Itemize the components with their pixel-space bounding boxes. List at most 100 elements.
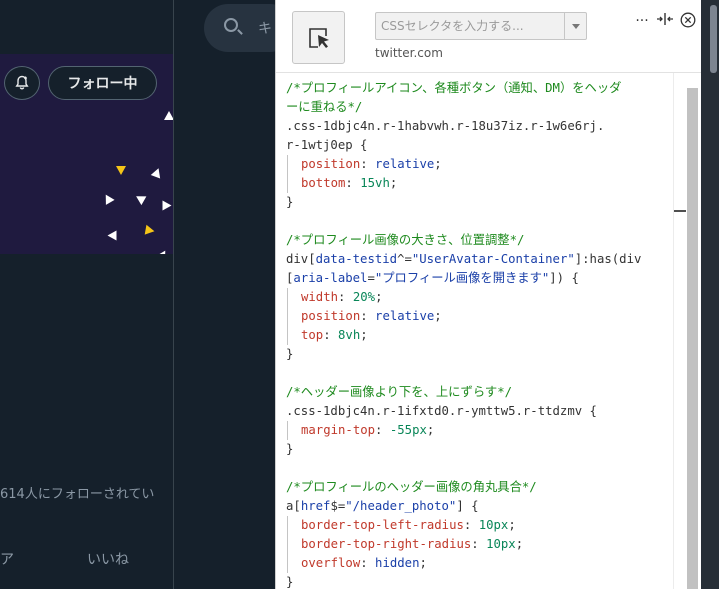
code-line: margin-top: -55px; (286, 421, 673, 440)
code-token: "UserAvatar-Container" (411, 252, 575, 266)
code-line: /*プロフィール画像の大きさ、位置調整*/ (286, 231, 673, 250)
code-line: .css-1dbjc4n.r-1habvwh.r-18u37iz.r-1w6e6… (286, 117, 673, 136)
code-token: 15vh (360, 176, 390, 190)
code-token: position (301, 309, 361, 323)
more-icon[interactable]: ··· (633, 12, 651, 30)
element-picker-button[interactable] (292, 11, 345, 64)
code-token: ; (426, 423, 435, 437)
code-token: : (360, 157, 376, 171)
code-token: /*ヘッダー画像より下を、上にずらす*/ (286, 385, 512, 399)
code-token: border-top-right-radius (301, 537, 472, 551)
code-token: 20% (352, 290, 376, 304)
code-token: ; (419, 556, 427, 570)
cursor-select-icon (308, 27, 329, 48)
code-token: = (367, 271, 375, 285)
chevron-down-icon (571, 23, 580, 29)
tab-likes[interactable]: いいね (87, 549, 129, 569)
code-line: a[href$="/header_photo"] { (286, 497, 673, 516)
scroll-position-marker (674, 210, 686, 212)
code-line: top: 8vh; (286, 326, 673, 345)
code-token: : (471, 537, 487, 551)
code-token: .css-1dbjc4n.r-1habvwh.r-18u37iz.r-1w6e6… (286, 119, 605, 133)
code-line: /*ヘッダー画像より下を、上にずらす*/ (286, 383, 673, 402)
indent-guide (287, 174, 301, 193)
editor-scrollbar-thumb[interactable] (687, 88, 698, 589)
code-line: position: relative; (286, 155, 673, 174)
followers-count-text[interactable]: 614人にフォローされてい (0, 483, 154, 502)
css-code-editor[interactable]: /*プロフィールアイコン、各種ボタン（通知、DM）をヘッダ ーに重ねる*/ .css… (277, 73, 673, 589)
twitter-search-placeholder: キ (258, 21, 272, 37)
close-icon[interactable] (679, 12, 697, 30)
search-icon (224, 18, 238, 32)
code-token: : (360, 556, 376, 570)
code-token: { (589, 404, 597, 418)
css-selector-input[interactable] (376, 13, 565, 39)
code-token: ; (508, 518, 516, 532)
code-token: /*プロフィールのヘッダー画像の角丸具合*/ (286, 480, 537, 494)
twitter-profile-background: キ フォロー中 614人にフォローされてい ア いいね (0, 0, 294, 589)
code-token: data-testid (315, 252, 398, 266)
code-token: [ (293, 499, 301, 513)
window-scrollbar-thumb[interactable] (710, 5, 717, 73)
code-token: : (338, 290, 353, 304)
code-token: } (286, 442, 294, 456)
code-token: div (286, 252, 309, 266)
code-token: { (360, 138, 368, 152)
code-token: margin-top (301, 423, 376, 437)
code-token: :has(div (582, 252, 642, 266)
css-selector-panel: twitter.com ··· /*プロフィールアイコン、各種ボタン（通知、DM… (275, 0, 702, 589)
code-token: 10px (486, 537, 516, 551)
code-token: $= (330, 499, 346, 513)
code-token: .css-1dbjc4n.r-1ifxtd0.r-ymttw5.r-ttdzmv (286, 404, 590, 418)
code-line: .css-1dbjc4n.r-1ifxtd0.r-ymttw5.r-ttdzmv… (286, 402, 673, 421)
code-token: width (301, 290, 339, 304)
notification-bell-icon[interactable] (4, 66, 40, 100)
code-token: : (375, 423, 390, 437)
indent-guide (287, 155, 301, 174)
code-line: bottom: 15vh; (286, 174, 673, 193)
code-line: } (286, 193, 673, 212)
code-line: /*プロフィールアイコン、各種ボタン（通知、DM）をヘッダ (286, 79, 673, 98)
css-selector-combobox[interactable] (375, 12, 587, 40)
code-line: } (286, 345, 673, 364)
following-button[interactable]: フォロー中 (48, 66, 157, 100)
split-resize-icon[interactable] (654, 12, 676, 31)
current-domain-label: twitter.com (375, 46, 443, 60)
code-line: } (286, 573, 673, 589)
code-line: /*プロフィールのヘッダー画像の角丸具合*/ (286, 478, 673, 497)
editor-scrollbar[interactable] (673, 73, 702, 589)
code-token: 8vh (338, 328, 361, 342)
code-token: ; (375, 290, 383, 304)
code-token: ]) { (549, 271, 579, 285)
code-token: /*プロフィールアイコン、各種ボタン（通知、DM）をヘッダ (286, 81, 622, 95)
selector-dropdown-button[interactable] (564, 13, 586, 39)
code-token: href (300, 499, 331, 513)
code-token: 10px (478, 518, 509, 532)
code-line: overflow: hidden; (286, 554, 673, 573)
indent-guide (287, 288, 301, 307)
code-line: [aria-label="プロフィール画像を開きます"]) { (286, 269, 673, 288)
code-line: width: 20%; (286, 288, 673, 307)
code-token: ーに重ねる*/ (286, 100, 363, 114)
column-divider (173, 0, 174, 589)
window-scrollbar[interactable] (701, 0, 719, 589)
code-token: border-top-left-radius (301, 518, 464, 532)
indent-guide (287, 326, 301, 345)
code-token: /*プロフィール画像の大きさ、位置調整*/ (286, 233, 525, 247)
indent-guide (287, 307, 301, 326)
indent-guide (287, 516, 301, 535)
code-token: } (286, 347, 294, 361)
code-token: "/header_photo" (345, 499, 457, 513)
code-token: ; (434, 157, 442, 171)
code-token: overflow (301, 556, 361, 570)
code-token: ; (360, 328, 368, 342)
code-token: "プロフィール画像を開きます" (374, 271, 550, 285)
indent-guide (287, 554, 301, 573)
code-token: bottom (301, 176, 346, 190)
tab-media-partial[interactable]: ア (0, 549, 14, 569)
code-token: : (360, 309, 376, 323)
code-line: border-top-right-radius: 10px; (286, 535, 673, 554)
code-line: position: relative; (286, 307, 673, 326)
